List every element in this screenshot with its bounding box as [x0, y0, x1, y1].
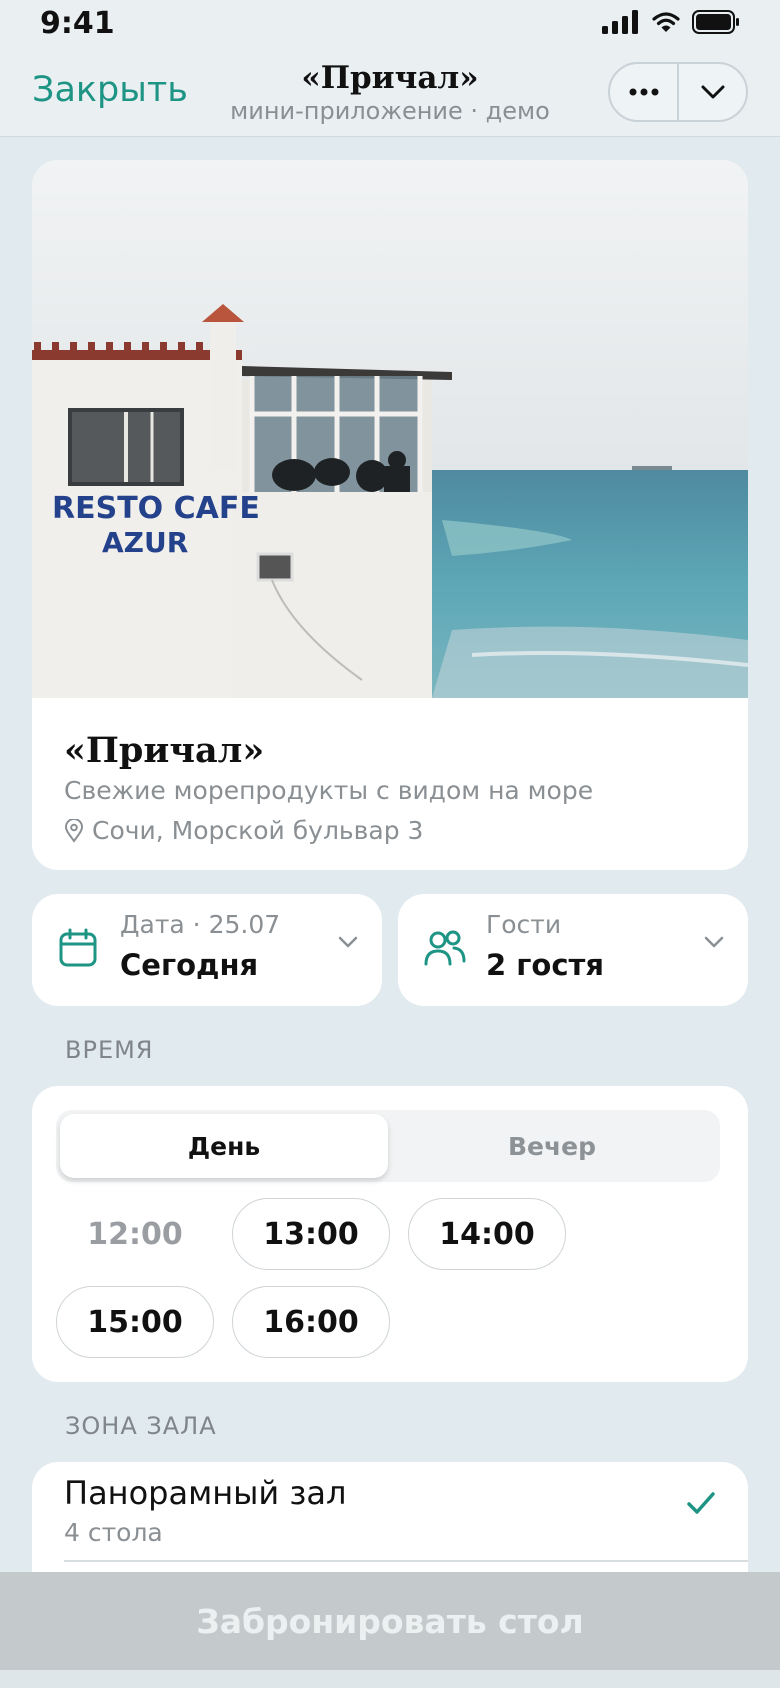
status-icons — [602, 10, 740, 34]
zone-name: Панорамный зал — [64, 1474, 347, 1512]
book-button-label: Забронировать стол — [196, 1601, 584, 1641]
mini-app-capsule — [608, 62, 748, 122]
wifi-icon — [652, 12, 680, 32]
guests-value: 2 гостя — [486, 948, 604, 982]
book-table-button[interactable]: Забронировать стол — [0, 1572, 780, 1670]
chevron-down-icon — [704, 936, 724, 948]
chevron-down-icon — [701, 85, 724, 99]
header-titles: «Причал» мини-приложение · демо — [180, 60, 600, 126]
restaurant-name: «Причал» — [64, 730, 265, 771]
guests-icon — [424, 930, 466, 966]
date-picker[interactable]: Дата · 25.07 Сегодня — [32, 894, 382, 1006]
tab-evening[interactable]: Вечер — [388, 1114, 716, 1178]
minimize-button[interactable] — [677, 64, 746, 120]
restaurant-location: Сочи, Морской бульвар 3 — [64, 816, 423, 845]
restaurant-photo: RESTO CAFE AZUR — [32, 160, 748, 698]
time-slot[interactable]: 16:00 — [232, 1286, 390, 1358]
photo-sign-line-1: RESTO CAFE — [52, 491, 260, 526]
time-card: День Вечер 12:00 13:00 14:00 15:00 16:00 — [32, 1086, 748, 1382]
divider — [64, 1560, 748, 1562]
checkmark-icon — [687, 1492, 715, 1514]
status-bar: 9:41 — [0, 0, 780, 52]
cellular-signal-icon — [602, 10, 638, 34]
close-button[interactable]: Закрыть — [32, 70, 188, 110]
restaurant-description: Свежие морепродукты с видом на море — [64, 776, 594, 805]
home-indicator-area — [0, 1670, 780, 1688]
app-title: «Причал» — [301, 60, 479, 96]
time-slot[interactable]: 15:00 — [56, 1286, 214, 1358]
mini-app-header: Закрыть «Причал» мини-приложение · демо — [0, 52, 780, 137]
day-evening-toggle: День Вечер — [56, 1110, 720, 1182]
zone-list: Панорамный зал 4 стола — [32, 1462, 748, 1582]
more-dots-icon — [629, 88, 658, 96]
photo-sign-line-2: AZUR — [102, 526, 188, 559]
status-time: 9:41 — [40, 6, 115, 41]
more-button[interactable] — [610, 64, 677, 120]
restaurant-card: RESTO CAFE AZUR «Причал» Свежие морепрод… — [32, 160, 748, 870]
guests-label: Гости — [486, 910, 562, 939]
time-slot-unavailable: 12:00 — [56, 1198, 214, 1270]
zone-table-count: 4 стола — [64, 1518, 163, 1547]
guests-picker[interactable]: Гости 2 гостя — [398, 894, 748, 1006]
chevron-down-icon — [338, 936, 358, 948]
date-value: Сегодня — [120, 948, 259, 982]
restaurant-address: Сочи, Морской бульвар 3 — [92, 816, 424, 845]
date-label: Дата · 25.07 — [120, 910, 281, 939]
zone-section-heading: ЗОНА ЗАЛА — [65, 1412, 217, 1440]
tab-day[interactable]: День — [60, 1114, 388, 1178]
app-subtitle: мини-приложение · демо — [230, 97, 550, 125]
time-slot[interactable]: 14:00 — [408, 1198, 566, 1270]
time-section-heading: ВРЕМЯ — [65, 1036, 154, 1064]
location-pin-icon — [64, 818, 84, 843]
battery-icon — [692, 10, 739, 34]
calendar-icon — [59, 928, 97, 967]
time-slot[interactable]: 13:00 — [232, 1198, 390, 1270]
